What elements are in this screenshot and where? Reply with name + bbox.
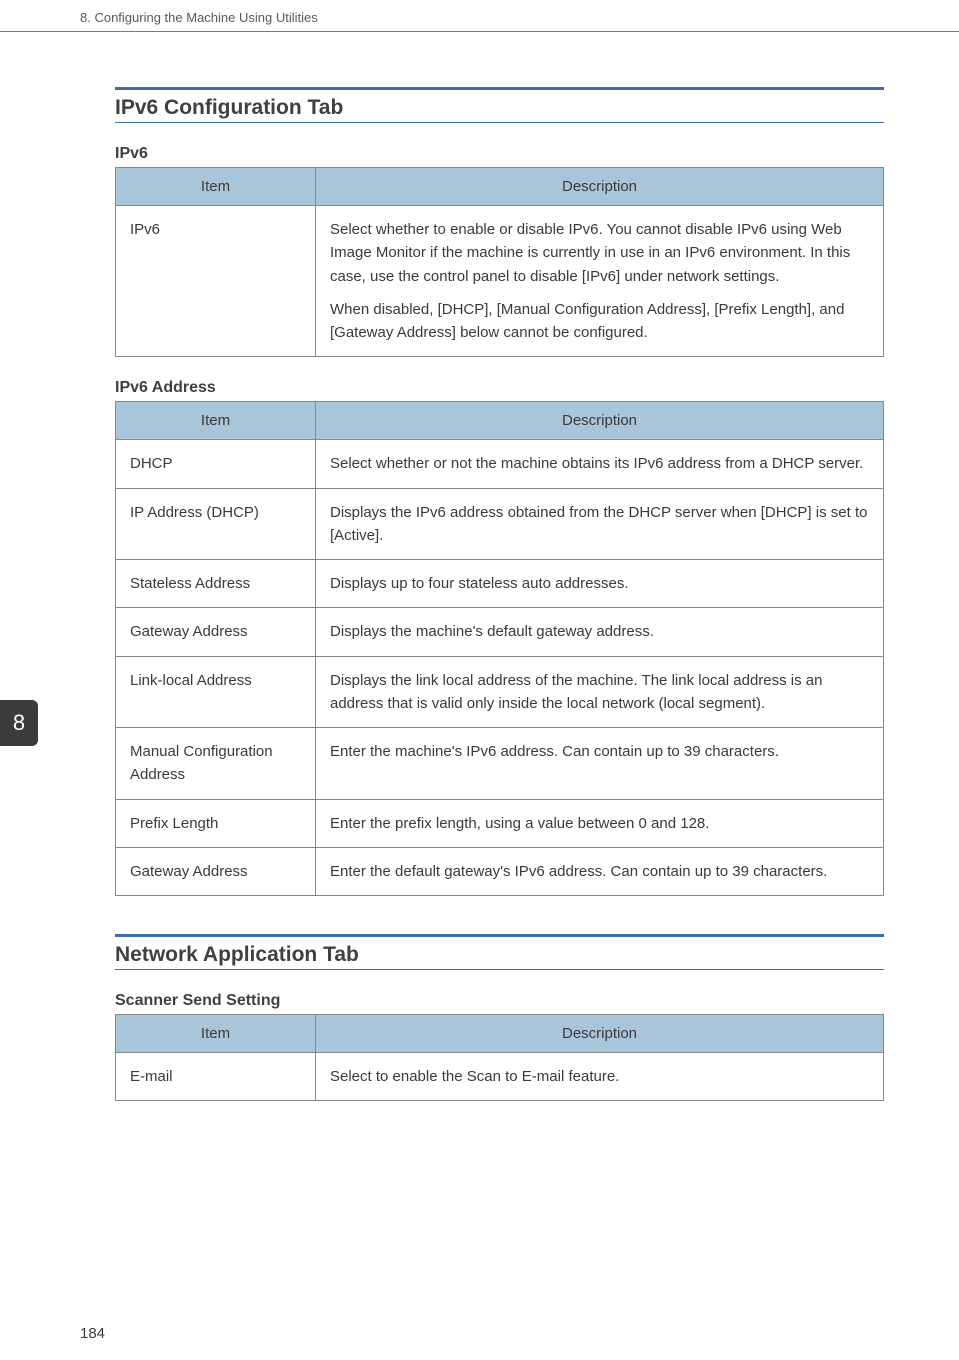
col-header-description: Description [316, 402, 884, 440]
cell-description: Enter the default gateway's IPv6 address… [316, 847, 884, 895]
cell-item: IP Address (DHCP) [116, 488, 316, 560]
cell-description: Select whether to enable or disable IPv6… [316, 206, 884, 357]
desc-paragraph: Select whether to enable or disable IPv6… [330, 218, 869, 288]
subheading-scanner-send: Scanner Send Setting [115, 992, 884, 1010]
table-header-row: Item Description [116, 168, 884, 206]
subheading-ipv6-address: IPv6 Address [115, 379, 884, 397]
chapter-side-tab: 8 [0, 700, 38, 746]
table-row: Link-local Address Displays the link loc… [116, 656, 884, 728]
table-scanner-send: Item Description E-mail Select to enable… [115, 1014, 884, 1101]
section-heading-text: Network Application Tab [115, 943, 884, 967]
table-row: Gateway Address Enter the default gatewa… [116, 847, 884, 895]
page-number: 184 [80, 1325, 105, 1342]
col-header-item: Item [116, 402, 316, 440]
subheading-ipv6: IPv6 [115, 145, 884, 163]
cell-item: DHCP [116, 440, 316, 488]
cell-item: Gateway Address [116, 608, 316, 656]
cell-item: IPv6 [116, 206, 316, 357]
cell-description: Enter the prefix length, using a value b… [316, 799, 884, 847]
col-header-description: Description [316, 1015, 884, 1053]
cell-description: Displays the IPv6 address obtained from … [316, 488, 884, 560]
cell-description: Displays the machine's default gateway a… [316, 608, 884, 656]
cell-item: Prefix Length [116, 799, 316, 847]
table-header-row: Item Description [116, 402, 884, 440]
table-header-row: Item Description [116, 1015, 884, 1053]
col-header-item: Item [116, 1015, 316, 1053]
cell-item: Manual Configuration Address [116, 728, 316, 800]
cell-item: Stateless Address [116, 560, 316, 608]
desc-paragraph: When disabled, [DHCP], [Manual Configura… [330, 298, 869, 345]
table-row: Stateless Address Displays up to four st… [116, 560, 884, 608]
section-heading-network-app: Network Application Tab [115, 934, 884, 970]
table-row: Gateway Address Displays the machine's d… [116, 608, 884, 656]
cell-item: E-mail [116, 1053, 316, 1101]
cell-item: Gateway Address [116, 847, 316, 895]
table-row: IPv6 Select whether to enable or disable… [116, 206, 884, 357]
table-row: Manual Configuration Address Enter the m… [116, 728, 884, 800]
cell-description: Displays up to four stateless auto addre… [316, 560, 884, 608]
table-ipv6: Item Description IPv6 Select whether to … [115, 167, 884, 357]
table-row: Prefix Length Enter the prefix length, u… [116, 799, 884, 847]
cell-description: Displays the link local address of the m… [316, 656, 884, 728]
col-header-item: Item [116, 168, 316, 206]
cell-description: Enter the machine's IPv6 address. Can co… [316, 728, 884, 800]
table-row: IP Address (DHCP) Displays the IPv6 addr… [116, 488, 884, 560]
cell-description: Select to enable the Scan to E-mail feat… [316, 1053, 884, 1101]
cell-item: Link-local Address [116, 656, 316, 728]
cell-description: Select whether or not the machine obtain… [316, 440, 884, 488]
section-heading-text: IPv6 Configuration Tab [115, 96, 884, 120]
table-row: E-mail Select to enable the Scan to E-ma… [116, 1053, 884, 1101]
col-header-description: Description [316, 168, 884, 206]
section-heading-ipv6-config: IPv6 Configuration Tab [115, 87, 884, 123]
table-row: DHCP Select whether or not the machine o… [116, 440, 884, 488]
running-header: 8. Configuring the Machine Using Utiliti… [0, 10, 959, 32]
table-ipv6-address: Item Description DHCP Select whether or … [115, 401, 884, 896]
